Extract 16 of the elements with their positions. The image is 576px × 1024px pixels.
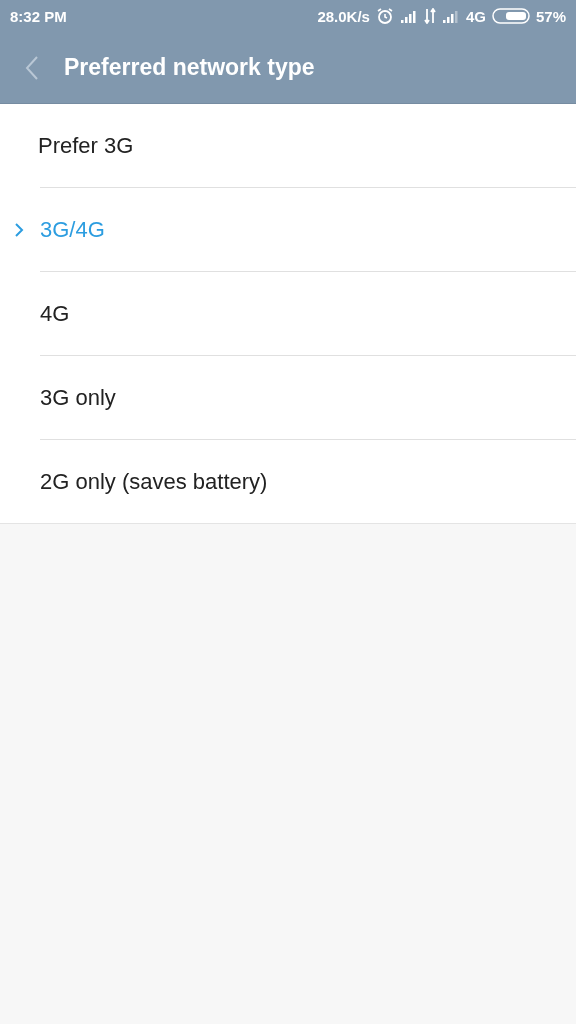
battery-percent: 57%	[535, 7, 566, 25]
network-type: 4G	[465, 7, 486, 25]
alarm-clock-icon	[375, 7, 394, 25]
data-arrows-icon	[423, 8, 436, 24]
signal-icon	[441, 9, 460, 23]
signal-icon	[399, 9, 418, 23]
chevron-icon	[14, 221, 24, 238]
clock-time: 8:32 PM	[10, 7, 67, 25]
network-option[interactable]: 2G only (saves battery)	[40, 439, 576, 523]
screen-title: Preferred network type	[64, 54, 315, 81]
network-speed: 28.0K/s	[317, 7, 370, 25]
network-option[interactable]: Prefer 3G	[0, 104, 576, 187]
network-option[interactable]: 4G	[40, 271, 576, 355]
network-option[interactable]: 3G only	[40, 355, 576, 439]
battery-icon	[491, 8, 530, 24]
back-icon[interactable]	[24, 54, 40, 81]
